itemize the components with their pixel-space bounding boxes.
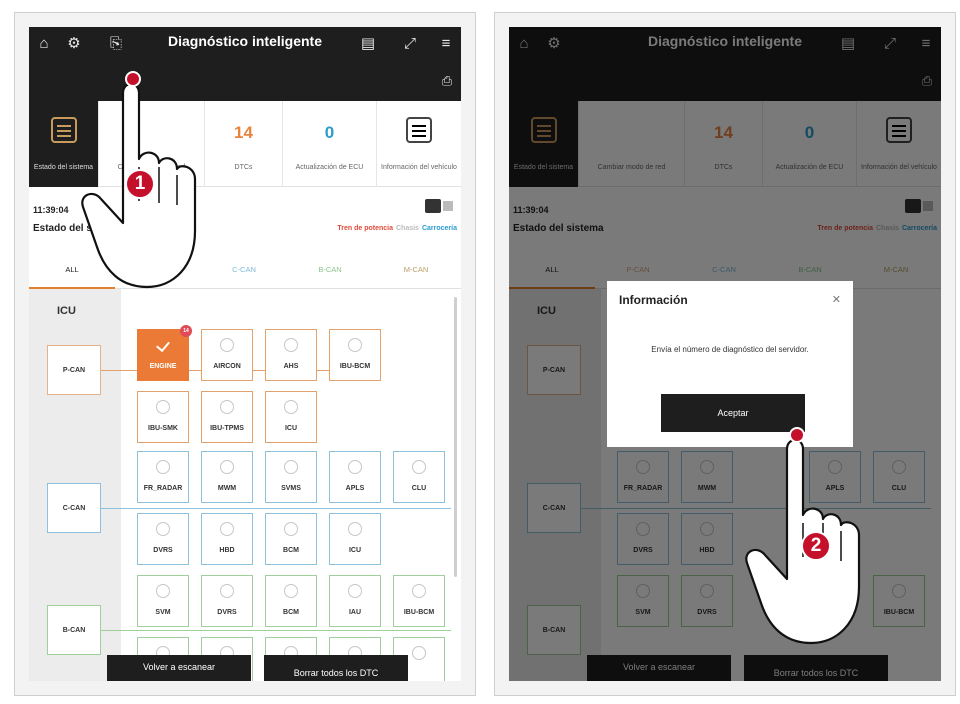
module-icon [284,338,298,352]
check-icon [156,338,170,352]
module-svm[interactable]: SVM [137,575,189,627]
vehicle-info-icon [406,117,432,143]
module-dvrs[interactable]: DVRS [137,513,189,565]
ecu-icon[interactable]: ▤ [359,35,377,53]
clear-dtc-button[interactable]: Borrar todos los DTC [264,655,408,681]
page-title: Diagnóstico inteligente [167,33,322,49]
tile-vehicle-info[interactable]: Información del vehículo [377,101,461,187]
rescan-button[interactable]: Volver a escanear [107,655,251,681]
bcan-line [101,630,451,631]
diagnostic-screen: ⌂ ⚙ ⎘ Diagnóstico inteligente ▤ ⤢ ≡ ⎙ Es… [29,27,461,681]
module-bcm-b[interactable]: BCM [265,575,317,627]
module-apls[interactable]: APLS [329,451,381,503]
module-icon [412,646,426,660]
module-icon [412,584,426,598]
module-svms[interactable]: SVMS [265,451,317,503]
module-icon [412,460,426,474]
tap-marker [125,71,141,87]
tab-mcan[interactable]: M-CAN [373,251,459,289]
list-icon [50,117,77,143]
scrollbar[interactable] [454,297,457,577]
scan-time: 11:39:04 [33,205,69,215]
bus-bcan[interactable]: B-CAN [47,605,101,655]
module-icon [284,522,298,536]
module-icu[interactable]: ICU [265,391,317,443]
module-fr-radar[interactable]: FR_RADAR [137,451,189,503]
close-icon[interactable]: ✕ [832,293,841,306]
module-icon [284,400,298,414]
module-hbd[interactable]: HBD [201,513,253,565]
icu-heading: ICU [57,305,76,317]
view-toggle[interactable] [425,199,455,213]
module-ahs[interactable]: AHS [265,329,317,381]
module-icon [348,584,362,598]
diagnostic-screen-dimmed: ⌂ ⚙ Diagnóstico inteligente ▤ ⤢ ≡ ⎙ Esta… [509,27,941,681]
module-icon [284,460,298,474]
dialog-message: Envía el número de diagnóstico del servi… [651,345,809,354]
tile-ecu-update[interactable]: 0 Actualización de ECU [283,101,377,187]
module-clu[interactable]: CLU [393,451,445,503]
module-icon [220,338,234,352]
module-icon [348,338,362,352]
step-1-marker: 1 [125,169,155,199]
module-icon [348,460,362,474]
right-frame: ⌂ ⚙ Diagnóstico inteligente ▤ ⤢ ≡ ⎙ Esta… [494,12,956,696]
tab-bcan[interactable]: B-CAN [287,251,373,289]
module-icon [348,522,362,536]
tab-ccan[interactable]: C-CAN [201,251,287,289]
system-legend: Tren de potenciaChasisCarrocería [337,225,457,232]
module-icon [156,400,170,414]
fullscreen-icon[interactable]: ⤢ [401,35,419,53]
module-icon [220,522,234,536]
module-icon [220,460,234,474]
bus-pcan[interactable]: P-CAN [47,345,101,395]
bus-ccan[interactable]: C-CAN [47,483,101,533]
module-icon [156,522,170,536]
module-ibu-smk[interactable]: IBU-SMK [137,391,189,443]
ccan-line [101,508,451,509]
left-frame: ⌂ ⚙ ⎘ Diagnóstico inteligente ▤ ⤢ ≡ ⎙ Es… [14,12,476,696]
module-ibu-bcm[interactable]: IBU-BCM [329,329,381,381]
tap-marker [789,427,805,443]
module-mwm[interactable]: MWM [201,451,253,503]
module-ibu-bcm-b[interactable]: IBU-BCM [393,575,445,627]
module-bcm[interactable]: BCM [265,513,317,565]
menu-icon[interactable]: ≡ [437,35,455,53]
module-icu-c[interactable]: ICU [329,513,381,565]
info-dialog: Información ✕ Envía el número de diagnós… [607,281,853,447]
dialog-title: Información [619,293,688,307]
module-dvrs-b[interactable]: DVRS [201,575,253,627]
module-engine[interactable]: ENGINE 14 [137,325,192,381]
module-icon [220,400,234,414]
tile-dtcs[interactable]: 14 DTCs [205,101,283,187]
module-icon [156,460,170,474]
module-aircon[interactable]: AIRCON [201,329,253,381]
print-icon[interactable]: ⎙ [439,73,455,89]
module-icon [156,584,170,598]
step-2-marker: 2 [801,531,831,561]
module-icon [284,584,298,598]
module-iau[interactable]: IAU [329,575,381,627]
dtc-badge: 14 [180,325,192,337]
module-icon [220,584,234,598]
module-ibu-tpms[interactable]: IBU-TPMS [201,391,253,443]
